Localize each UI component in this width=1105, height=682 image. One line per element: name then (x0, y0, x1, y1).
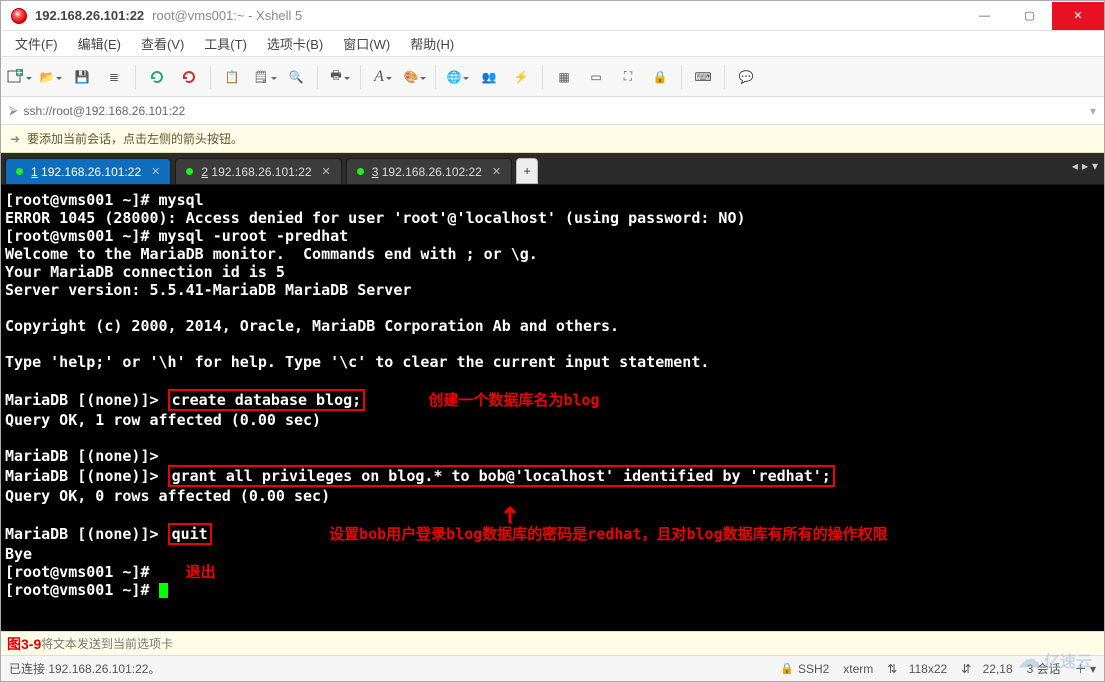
addr-arrow-icon: ⮚ (9, 103, 18, 118)
open-button[interactable]: 📂 (37, 64, 63, 90)
copy-button[interactable]: 📋 (219, 64, 245, 90)
close-button[interactable]: ✕ (1052, 2, 1104, 30)
hint-bar: ➜ 要添加当前会话，点击左侧的箭头按钮。 (1, 125, 1104, 153)
watermark: ☁ 亿速云 (1018, 647, 1092, 673)
status-protocol: SSH2 (780, 662, 829, 676)
close-icon[interactable]: ✕ (322, 165, 331, 178)
compose-bar[interactable]: 图3-9 将文本发送到当前选项卡 (1, 631, 1104, 655)
annotation-text: 创建一个数据库名为blog (428, 391, 599, 409)
scale-button[interactable]: ▭ (583, 64, 609, 90)
tabs-prev-icon[interactable]: ◂ (1072, 159, 1078, 173)
menu-window[interactable]: 窗口(W) (335, 32, 398, 55)
session-tabs: 1 192.168.26.101:22 ✕ 2 192.168.26.101:2… (1, 153, 1104, 185)
save-button[interactable]: 💾 (69, 64, 95, 90)
close-icon[interactable]: ✕ (492, 165, 501, 178)
reconnect-button[interactable] (144, 64, 170, 90)
menu-tabs[interactable]: 选项卡(B) (259, 32, 331, 55)
menu-tools[interactable]: 工具(T) (196, 32, 255, 55)
hint-text: 要添加当前会话，点击左侧的箭头按钮。 (27, 130, 243, 147)
cloud-icon: ☁ (1018, 647, 1040, 673)
menu-view[interactable]: 查看(V) (133, 32, 192, 55)
annotation-text: 设置bob用户登录blog数据库的密码是redhat，且对blog数据库有所有的… (329, 525, 888, 543)
status-termtype: xterm (843, 662, 873, 676)
tabs-menu-icon[interactable]: ▾ (1092, 159, 1098, 173)
annotation-box: create database blog; (168, 389, 366, 411)
minimize-button[interactable]: — (962, 2, 1007, 30)
status-bar: 已连接 192.168.26.101:22。 SSH2 xterm ⇅ 118x… (1, 655, 1104, 681)
encoding-button[interactable]: 🌐 (444, 64, 470, 90)
tab-2[interactable]: 2 192.168.26.101:22 ✕ (175, 158, 341, 184)
lock-button[interactable]: 🔒 (647, 64, 673, 90)
print-button[interactable]: 🖶 (326, 64, 352, 90)
status-dot-icon (357, 168, 364, 175)
font-button[interactable]: A (369, 64, 395, 90)
status-dot-icon (186, 168, 193, 175)
add-tab-button[interactable]: + (516, 158, 538, 184)
find-button[interactable]: 🔍 (283, 64, 309, 90)
menu-help[interactable]: 帮助(H) (402, 32, 462, 55)
hint-arrow-icon[interactable]: ➜ (7, 131, 23, 147)
cursor (159, 583, 168, 598)
annotation-box: quit (168, 523, 212, 545)
users-button[interactable]: 👥 (476, 64, 502, 90)
paste-button[interactable]: 🗒 (251, 64, 277, 90)
status-dot-icon (16, 168, 23, 175)
annotation-box: grant all privileges on blog.* to bob@'l… (168, 465, 835, 487)
title-host: 192.168.26.101:22 (35, 8, 144, 23)
keymap-button[interactable]: ⌨ (690, 64, 716, 90)
close-icon[interactable]: ✕ (151, 165, 160, 178)
figure-label: 图3-9 (7, 634, 41, 654)
menubar: 文件(F) 编辑(E) 查看(V) 工具(T) 选项卡(B) 窗口(W) 帮助(… (1, 31, 1104, 57)
tile-button[interactable]: ▦ (551, 64, 577, 90)
status-connection: 已连接 192.168.26.101:22。 (9, 660, 766, 677)
status-size: ⇅ 118x22 (887, 662, 947, 676)
compose-placeholder: 将文本发送到当前选项卡 (41, 635, 173, 652)
address-bar[interactable]: ⮚ ssh://root@192.168.26.101:22 ▾ (1, 97, 1104, 125)
app-icon (11, 8, 27, 24)
quick-command-button[interactable]: ⚡ (508, 64, 534, 90)
toolbar: 📂 💾 ≣ 📋 🗒 🔍 🖶 A 🎨 🌐 👥 ⚡ ▦ ▭ ⛶ 🔒 ⌨ 💬 (1, 57, 1104, 97)
terminal[interactable]: [root@vms001 ~]# mysql ERROR 1045 (28000… (1, 185, 1104, 631)
fullscreen-button[interactable]: ⛶ (615, 64, 641, 90)
chat-button[interactable]: 💬 (733, 64, 759, 90)
maximize-button[interactable]: ▢ (1007, 2, 1052, 30)
annotation-text: 退出 (186, 563, 216, 581)
tab-1[interactable]: 1 192.168.26.101:22 ✕ (5, 158, 171, 184)
address-url: ssh://root@192.168.26.101:22 (24, 104, 186, 118)
properties-button[interactable]: ≣ (101, 64, 127, 90)
disconnect-button[interactable] (176, 64, 202, 90)
status-cursor: ⇵ 22,18 (961, 662, 1012, 676)
new-session-button[interactable] (5, 64, 31, 90)
menu-edit[interactable]: 编辑(E) (70, 32, 129, 55)
menu-file[interactable]: 文件(F) (7, 32, 66, 55)
title-session: root@vms001:~ - Xshell 5 (152, 8, 302, 23)
tabs-next-icon[interactable]: ▸ (1082, 159, 1088, 173)
tab-3[interactable]: 3 192.168.26.102:22 ✕ (346, 158, 512, 184)
arrow-up-icon (500, 505, 520, 523)
color-scheme-button[interactable]: 🎨 (401, 64, 427, 90)
